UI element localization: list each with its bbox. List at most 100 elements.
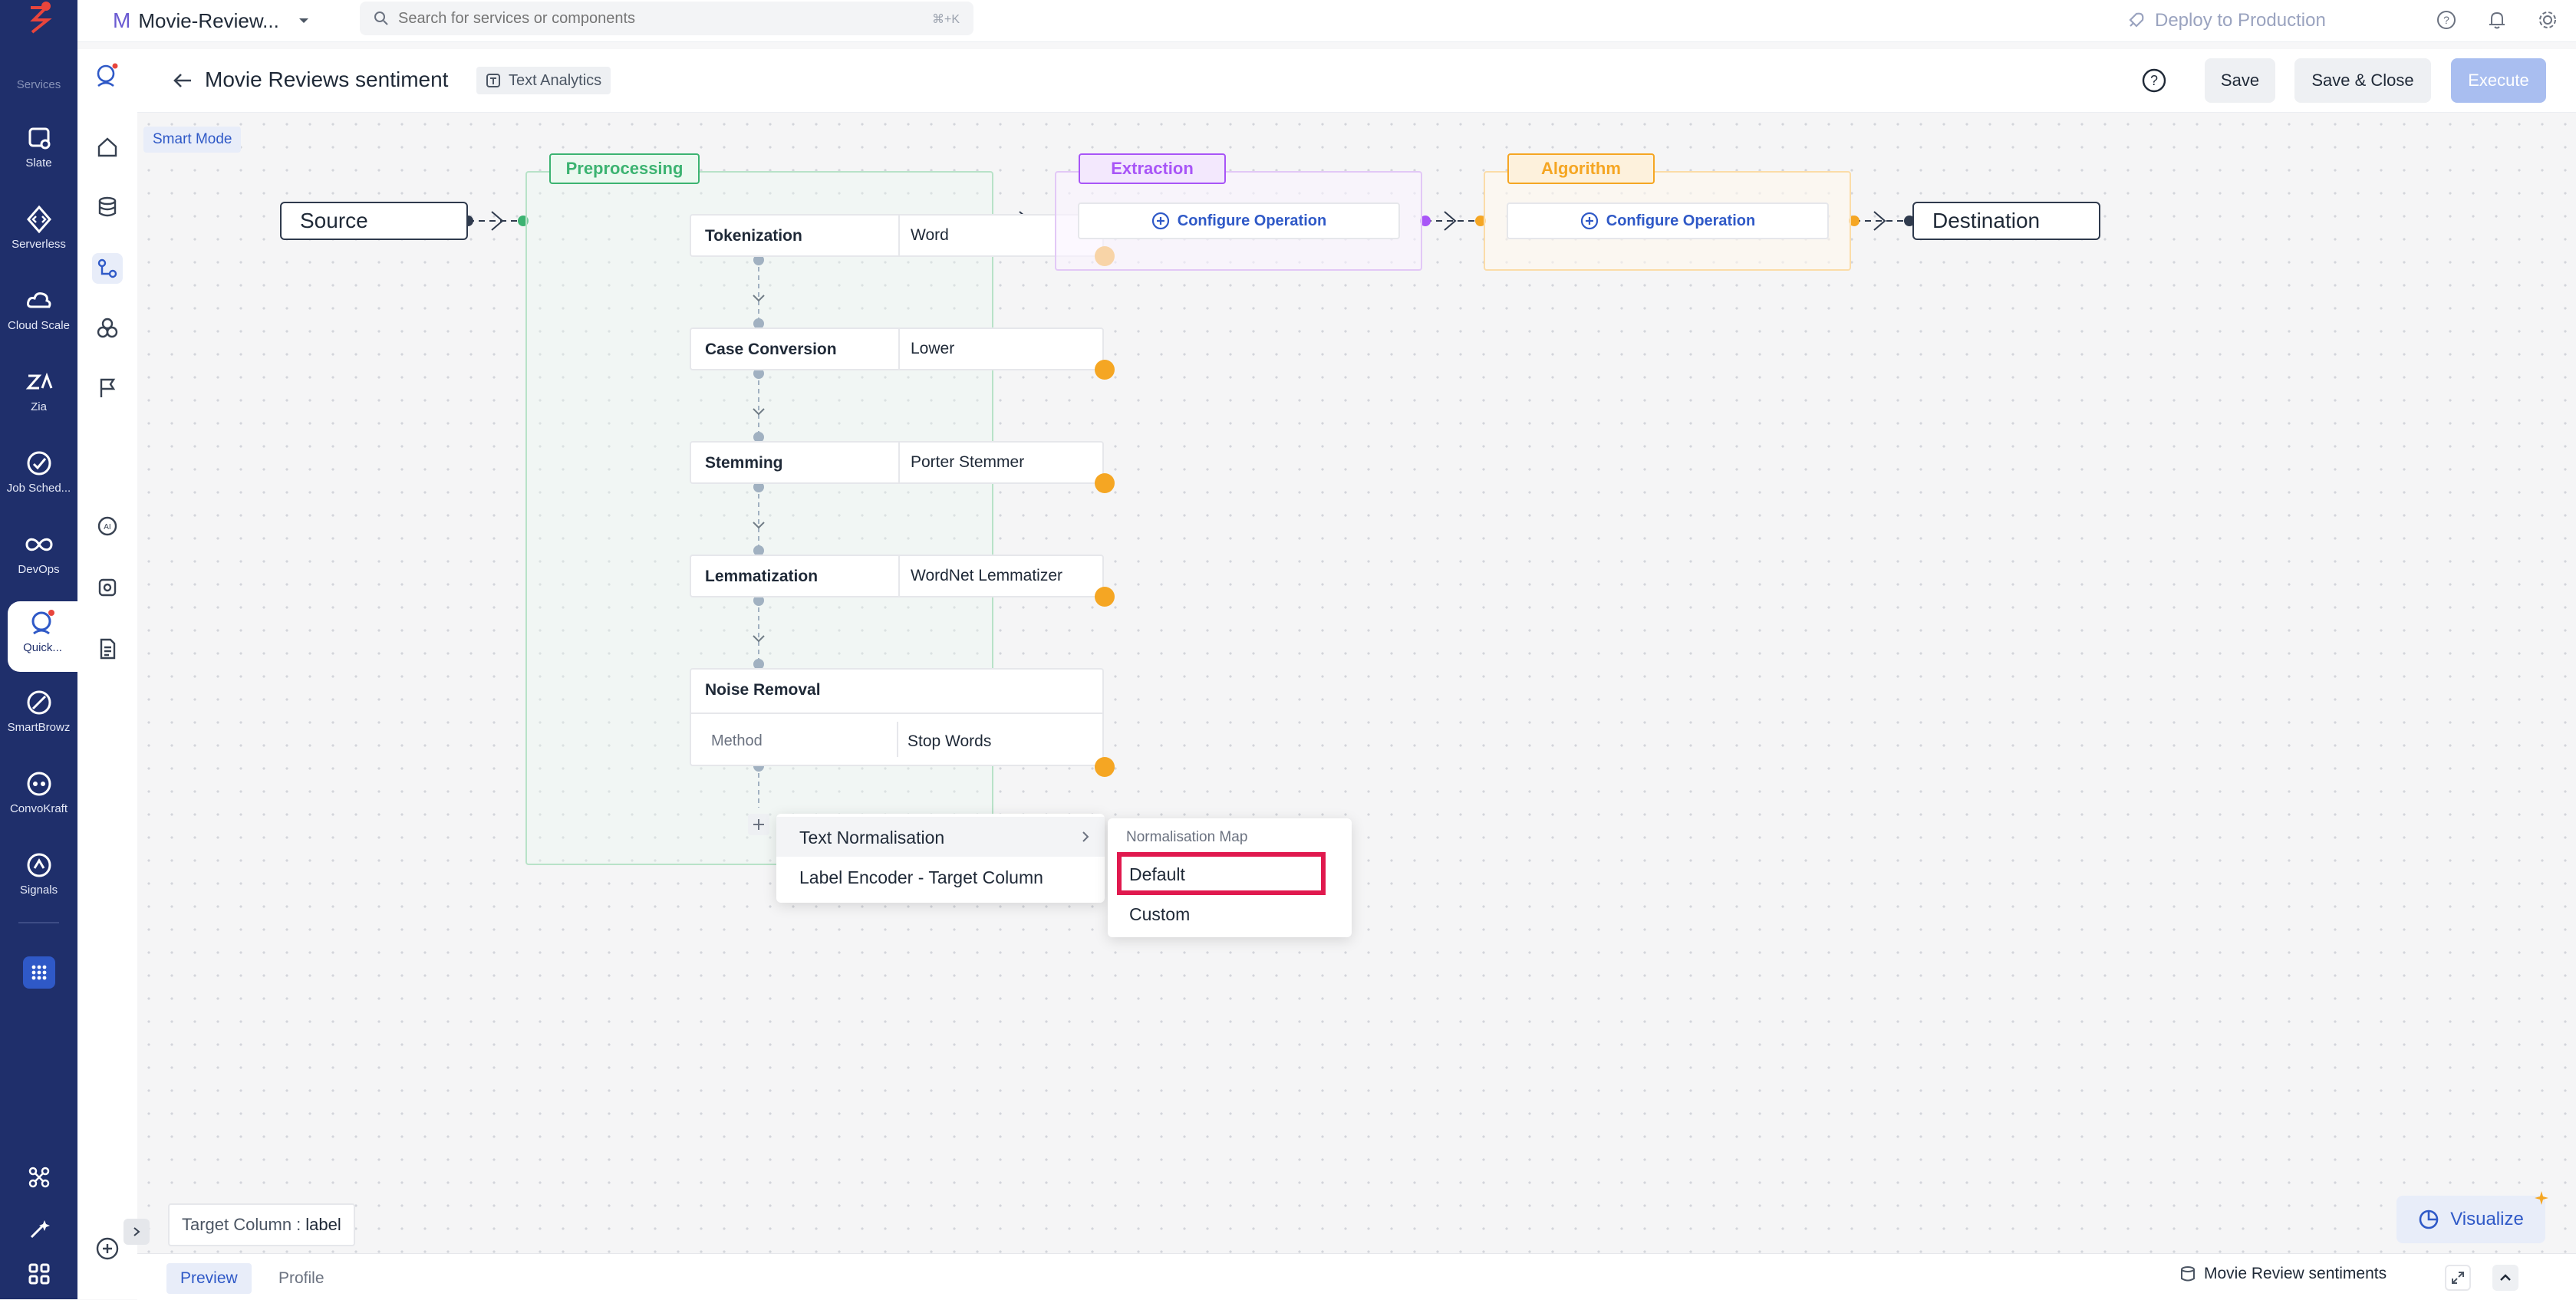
rail-label: Slate xyxy=(25,156,52,169)
job-scheduler-icon xyxy=(27,451,51,476)
deploy-to-production-button[interactable]: Deploy to Production xyxy=(2126,8,2326,34)
submenu-item-label: Default xyxy=(1129,864,1185,884)
quickml-logo[interactable] xyxy=(92,60,123,91)
submenu-item-custom[interactable]: Custom xyxy=(1117,898,1339,932)
pie-chart-icon xyxy=(2419,1209,2439,1229)
gear-icon[interactable] xyxy=(2537,9,2558,35)
extraction-configure-operation[interactable]: Configure Operation xyxy=(1078,202,1400,239)
rail-item-job-scheduler[interactable]: Job Sched... xyxy=(0,442,77,512)
add-step-button[interactable] xyxy=(748,814,769,835)
target-column-chip: Target Column : label xyxy=(168,1203,355,1246)
step-case-conversion[interactable]: Case Conversion Lower xyxy=(690,327,1104,370)
chevron-up-icon[interactable] xyxy=(2492,1265,2518,1291)
svg-text:AI: AI xyxy=(104,523,110,532)
back-arrow-icon[interactable] xyxy=(171,69,194,96)
rail-item-cloud-scale[interactable]: Cloud Scale xyxy=(0,279,77,350)
help-icon[interactable]: ? xyxy=(2436,9,2457,35)
wrench-icon[interactable] xyxy=(1095,473,1115,493)
pipeline-canvas[interactable]: Smart Mode Source Destination Preprocess… xyxy=(124,113,2576,1253)
top-bar: M Movie-Review... ⌘+K Deploy to Producti… xyxy=(77,0,2576,42)
rail-item-quickml[interactable]: Quick... xyxy=(8,601,77,672)
rail-item-convokraft[interactable]: ConvoKraft xyxy=(0,762,77,833)
models-icon[interactable] xyxy=(92,313,123,344)
signals-icon xyxy=(27,853,51,877)
menu-item-text-normalisation[interactable]: Text Normalisation xyxy=(776,817,1105,857)
step-value: Porter Stemmer xyxy=(898,443,1024,482)
rail-item-slate[interactable]: Slate xyxy=(0,117,77,187)
tab-profile[interactable]: Profile xyxy=(268,1263,335,1294)
rail-item-serverless[interactable]: Serverless xyxy=(0,198,77,268)
apps-grid-button[interactable] xyxy=(23,956,55,989)
save-close-button[interactable]: Save & Close xyxy=(2294,58,2431,103)
menu-item-label-encoder[interactable]: Label Encoder - Target Column xyxy=(776,858,1105,898)
pipeline-icon[interactable] xyxy=(92,253,123,284)
menu-item-label: Label Encoder - Target Column xyxy=(799,867,1043,887)
step-name: Lemmatization xyxy=(705,568,819,585)
step-value: WordNet Lemmatizer xyxy=(898,556,1062,596)
step-name: Stemming xyxy=(705,454,783,472)
slate-icon xyxy=(28,127,50,150)
step-lemmatization[interactable]: Lemmatization WordNet Lemmatizer xyxy=(690,555,1104,597)
wrench-icon[interactable] xyxy=(1095,757,1115,777)
add-step-menu: Text Normalisation Label Encoder - Targe… xyxy=(776,814,1105,903)
step-tokenization[interactable]: Tokenization Word xyxy=(690,214,1104,257)
smartbrowz-icon xyxy=(27,690,51,715)
plus-icon xyxy=(753,819,764,830)
step-name: Case Conversion xyxy=(705,341,837,358)
wrench-icon[interactable] xyxy=(1095,360,1115,380)
rail-label: Zia xyxy=(31,400,47,413)
collapse-panel-button[interactable] xyxy=(124,1219,150,1245)
rail-label: Serverless xyxy=(12,238,66,251)
submenu-item-default[interactable]: Default xyxy=(1117,852,1326,895)
global-search[interactable]: ⌘+K xyxy=(360,2,973,35)
visualize-button[interactable]: Visualize xyxy=(2396,1191,2548,1243)
document-icon[interactable] xyxy=(92,634,123,664)
chevron-right-icon xyxy=(133,1227,140,1236)
connections-icon[interactable] xyxy=(28,1166,51,1193)
sparkle-icon xyxy=(2535,1191,2548,1205)
rail-label: Cloud Scale xyxy=(8,319,70,332)
step-name: Noise Removal xyxy=(705,681,821,699)
rail-item-signals[interactable]: Signals xyxy=(0,844,77,914)
step-stemming[interactable]: Stemming Porter Stemmer xyxy=(690,441,1104,484)
rail-item-devops[interactable]: DevOps xyxy=(0,523,77,594)
catalyst-logo[interactable] xyxy=(23,2,55,35)
database-icon[interactable] xyxy=(92,192,123,222)
expand-icon[interactable] xyxy=(2445,1265,2471,1291)
add-circle-icon xyxy=(1580,212,1598,230)
magic-wand-icon[interactable] xyxy=(28,1218,51,1245)
bell-icon[interactable] xyxy=(2486,9,2508,35)
destination-node[interactable]: Destination xyxy=(1912,202,2100,240)
rail-item-zia[interactable]: Zia xyxy=(0,360,77,431)
text-icon xyxy=(486,74,500,87)
widgets-icon[interactable] xyxy=(28,1262,51,1289)
help-icon[interactable]: ? xyxy=(2141,67,2167,97)
algorithm-tag: Algorithm xyxy=(1507,153,1655,184)
menu-item-label: Text Normalisation xyxy=(799,828,945,847)
preprocessing-tag: Preprocessing xyxy=(549,153,700,184)
flag-icon[interactable] xyxy=(92,373,123,403)
tech-icon[interactable]: AI xyxy=(92,511,123,541)
home-icon[interactable] xyxy=(92,132,123,163)
dataset-label: Movie Review sentiments xyxy=(2179,1265,2387,1283)
method-label: Method xyxy=(711,732,763,749)
wrench-icon[interactable] xyxy=(1095,587,1115,607)
add-circle-icon[interactable] xyxy=(92,1233,123,1264)
rail-item-smartbrowz[interactable]: SmartBrowz xyxy=(0,681,77,752)
project-selector[interactable]: M Movie-Review... xyxy=(113,6,310,35)
algorithm-configure-operation[interactable]: Configure Operation xyxy=(1507,202,1829,239)
grid-icon xyxy=(31,965,47,980)
tab-label: Profile xyxy=(278,1269,324,1287)
add-circle-icon xyxy=(1151,212,1169,230)
project-initial: M xyxy=(113,8,131,32)
shield-icon[interactable] xyxy=(92,572,123,603)
source-node[interactable]: Source xyxy=(280,202,468,240)
convokraft-icon xyxy=(27,772,51,796)
execute-button[interactable]: Execute xyxy=(2451,58,2546,103)
tab-preview[interactable]: Preview xyxy=(166,1263,252,1294)
save-button[interactable]: Save xyxy=(2205,58,2275,103)
tab-label: Preview xyxy=(180,1269,238,1287)
step-noise-removal[interactable]: Noise Removal Method Stop Words xyxy=(690,668,1104,766)
search-input[interactable] xyxy=(397,6,891,31)
dataset-name: Movie Review sentiments xyxy=(2204,1265,2387,1282)
